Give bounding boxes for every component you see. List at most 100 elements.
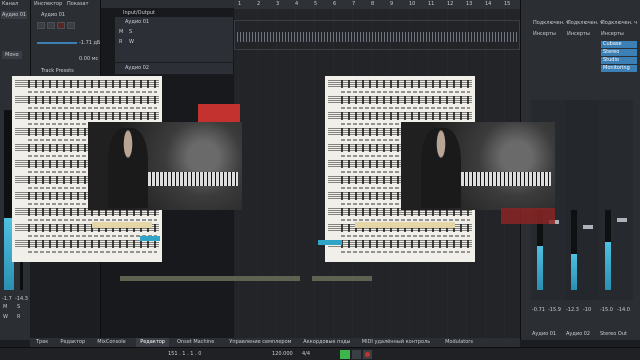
audio-event-lane[interactable] (234, 20, 520, 50)
lower-zone-tab[interactable]: MIDI удалённый контроль (358, 338, 434, 347)
yellow-highlight-left (92, 222, 152, 228)
lower-zone-tab[interactable]: Трек (32, 338, 52, 347)
score-lyric (28, 219, 157, 221)
inspector-track-name[interactable]: Аудио 01 (41, 12, 65, 18)
side-track-name[interactable]: Аудио 01 (1, 11, 27, 19)
ruler-marker: 1 (238, 1, 242, 7)
ch2-db-a: -12.3 (566, 307, 579, 313)
side-solo[interactable]: S (17, 304, 20, 310)
insert-slot-3-label: Studio (603, 57, 619, 63)
routing-header-2[interactable]: Подключен. ч (567, 20, 603, 26)
track-presets[interactable]: Track Presets (41, 68, 74, 74)
score-lyric (341, 251, 470, 253)
grid-line (295, 9, 296, 340)
insert-slot-4[interactable]: Monitoring (601, 65, 637, 72)
inserts-label-2[interactable]: Инсерты (567, 31, 590, 37)
ruler-marker: 14 (485, 1, 492, 7)
volume-slider[interactable] (37, 42, 77, 44)
ruler-marker: 13 (466, 1, 473, 7)
score-notes (341, 80, 470, 88)
track2-name: Аудио 02 (125, 65, 150, 71)
ruler-marker: 6 (333, 1, 337, 7)
solo-button[interactable] (47, 22, 55, 29)
inserts-label-3[interactable]: Инсерты (601, 31, 624, 37)
yellow-highlight-right (355, 222, 455, 228)
inserts-label-1[interactable]: Инсерты (533, 31, 556, 37)
mixer-channel-3 (599, 100, 633, 300)
score-lyric (341, 91, 470, 93)
lower-zone-tab[interactable]: Onset Machine (173, 338, 218, 347)
lower-zone-tab[interactable]: MixConsole (93, 338, 130, 347)
score-lyric (28, 91, 157, 93)
ch3-name[interactable]: Stereo Out (600, 331, 627, 337)
transport-tempo[interactable]: 120.000 (272, 351, 293, 357)
ch2-name[interactable]: Аудио 02 (566, 331, 590, 337)
tab-inspector[interactable]: Инспектор (34, 1, 62, 7)
inspector: Инспектор Показат Аудио 01 -1.71 дБ 0.00… (30, 0, 100, 80)
cyan-clip-2[interactable] (318, 240, 342, 245)
stop-button[interactable] (352, 350, 361, 359)
track1-write[interactable]: W (129, 39, 134, 45)
ch1-name[interactable]: Аудио 01 (532, 331, 556, 337)
ruler[interactable]: 1 2 3 4 5 6 7 8 9 10 11 12 13 14 15 (234, 0, 520, 9)
ch2-fader[interactable] (583, 225, 593, 229)
olive-clip-2[interactable] (312, 276, 372, 281)
tab-channel[interactable]: Канал (2, 1, 18, 7)
transport-signature[interactable]: 4/4 (302, 351, 310, 357)
transport-position[interactable]: 151 . 1 . 1 . 0 (168, 351, 201, 357)
red-region-left[interactable] (198, 104, 240, 122)
cyan-clip-1[interactable] (140, 236, 160, 241)
insert-slot-3[interactable]: Studio (601, 57, 637, 64)
play-button[interactable] (340, 350, 350, 359)
ruler-marker: 8 (371, 1, 375, 7)
red-region-right[interactable] (501, 208, 555, 224)
lower-zone-tab[interactable]: Редактор (56, 338, 89, 347)
side-db-left: -1.7 (2, 296, 12, 302)
track1-read[interactable]: R (119, 39, 122, 45)
score-lyric (28, 235, 157, 237)
ch3-meter (605, 210, 611, 290)
track-header-2[interactable]: Аудио 02 (115, 63, 233, 75)
side-write[interactable]: W (3, 314, 8, 320)
lower-zone-tabs: Трек Редактор MixConsole Редактор Onset Mach… (30, 338, 520, 347)
ch3-db-b: -14.0 (617, 307, 630, 313)
routing-header-3[interactable]: Подключен. ч (601, 20, 637, 26)
video-overlay-right (325, 76, 555, 262)
track-header-1[interactable]: Аудио 01 M S R W (115, 17, 233, 63)
score-lyric (28, 251, 157, 253)
insert-slot-1-label: Cubase (603, 41, 622, 47)
score-notes (28, 80, 157, 88)
io-label: Input/Output (123, 10, 155, 16)
olive-clip-1[interactable] (120, 276, 300, 281)
score-lyric (341, 235, 470, 237)
record-transport-button[interactable] (363, 350, 372, 359)
track1-solo[interactable]: S (129, 29, 132, 35)
ruler-marker: 4 (295, 1, 299, 7)
ch2-meter (571, 210, 577, 290)
track1-mute[interactable]: M (119, 29, 123, 35)
monitor-button[interactable] (67, 22, 75, 29)
ruler-marker: 3 (276, 1, 280, 7)
routing-header-1[interactable]: Подключен. ч (533, 20, 569, 26)
insert-slot-2[interactable]: Stereo (601, 49, 637, 56)
insert-slot-1[interactable]: Cubase (601, 41, 637, 48)
lower-zone-tab[interactable]: Редактор (136, 338, 169, 347)
grid-line (314, 9, 315, 340)
ch3-db-a: -15.0 (600, 307, 613, 313)
ch1-db-b: -15.9 (548, 307, 561, 313)
ch3-fader[interactable] (617, 218, 627, 222)
lower-zone-tab[interactable]: Управление семплером (225, 338, 295, 347)
keyboard-right (461, 172, 551, 186)
record-button[interactable] (57, 22, 65, 29)
side-db-right: -14.3 (15, 296, 28, 302)
performer-figure-left (108, 128, 148, 208)
performer-figure-right (421, 128, 461, 208)
side-read[interactable]: R (17, 314, 20, 320)
side-mute[interactable]: M (3, 304, 7, 310)
mute-button[interactable] (37, 22, 45, 29)
score-notes (28, 240, 157, 248)
tab-show[interactable]: Показат (67, 1, 89, 7)
lower-zone-tab[interactable]: Аккордовые пэды (299, 338, 354, 347)
lower-zone-tab[interactable]: Modulators (441, 338, 477, 347)
score-notes (341, 112, 470, 120)
